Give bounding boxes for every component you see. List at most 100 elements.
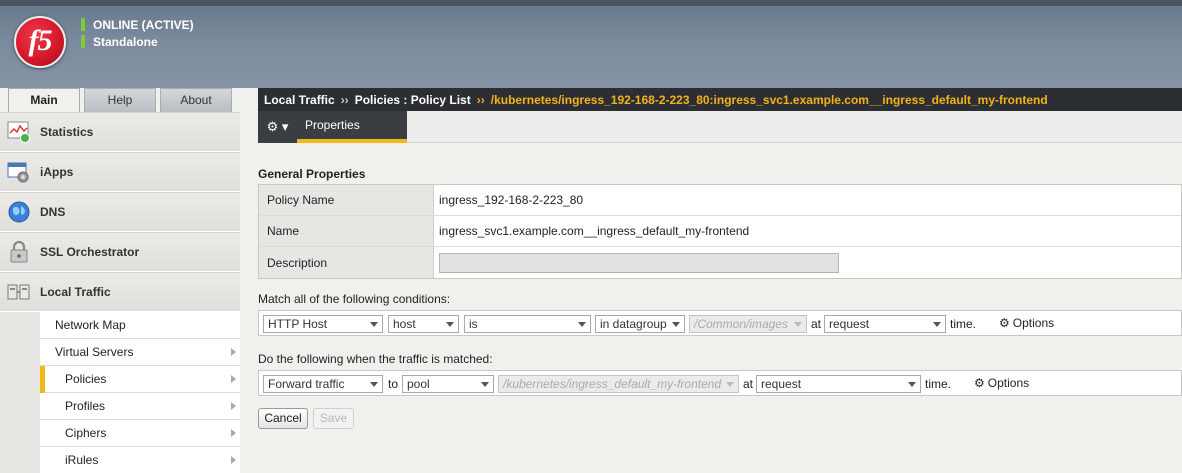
options-label: Options	[987, 376, 1030, 390]
sidebar-item-local-traffic[interactable]: Local Traffic	[0, 272, 240, 312]
tab-about[interactable]: About	[160, 88, 232, 112]
select-value: /kubernetes/ingress_default_my-frontend	[503, 377, 722, 391]
submenu-label: Virtual Servers	[55, 345, 134, 359]
status-standalone: Standalone	[81, 33, 194, 50]
local-traffic-icon	[6, 280, 32, 304]
name-label: Name	[259, 216, 434, 246]
conditions-heading: Match all of the following conditions:	[258, 292, 451, 306]
tab-main[interactable]: Main	[8, 88, 80, 114]
save-button[interactable]: Save	[313, 408, 354, 429]
chevron-right-icon	[231, 348, 236, 356]
sidebar-item-dns[interactable]: DNS	[0, 192, 240, 232]
status-standalone-text: Standalone	[93, 34, 158, 49]
sidebar-item-statistics[interactable]: Statistics	[0, 112, 240, 152]
page-toolbar: ⚙ ▾ Properties	[258, 111, 1182, 143]
chevron-down-icon	[446, 322, 454, 327]
table-row: Policy Name ingress_192-168-2-223_80	[259, 185, 1181, 216]
breadcrumb: Local Traffic ›› Policies : Policy List …	[258, 88, 1182, 111]
action-event-select[interactable]: request	[756, 375, 921, 393]
status-online-text: ONLINE (ACTIVE)	[93, 17, 194, 32]
chevron-down-icon	[578, 322, 586, 327]
general-properties-table: Policy Name ingress_192-168-2-223_80 Nam…	[258, 184, 1182, 279]
submenu-item-profiles[interactable]: Profiles	[40, 393, 240, 420]
status-green-indicator	[81, 18, 85, 31]
breadcrumb-local-traffic[interactable]: Local Traffic	[264, 93, 335, 107]
description-input[interactable]	[439, 252, 839, 273]
select-value: is	[469, 317, 478, 331]
chevron-down-icon	[933, 322, 941, 327]
sidebar-item-iapps[interactable]: iApps	[0, 152, 240, 192]
description-cell	[434, 247, 1181, 278]
chevron-right-icon	[231, 375, 236, 383]
select-value: in datagroup	[600, 317, 667, 331]
submenu-item-virtual-servers[interactable]: Virtual Servers	[40, 339, 240, 366]
chevron-down-icon	[672, 322, 680, 327]
to-text: to	[388, 377, 399, 391]
sidebar-item-ssl-orchestrator[interactable]: SSL Orchestrator	[0, 232, 240, 272]
condition-options-button[interactable]: ⚙ Options	[999, 316, 1054, 330]
condition-operand-select[interactable]: HTTP Host	[263, 315, 383, 333]
chevron-down-icon	[370, 322, 378, 327]
select-value: request	[829, 317, 870, 331]
sidebar-item-label: iApps	[40, 165, 74, 179]
description-label: Description	[259, 247, 434, 278]
submenu-item-ciphers[interactable]: Ciphers	[40, 420, 240, 447]
condition-selector-select[interactable]: host	[388, 315, 459, 333]
select-value: /Common/images	[694, 317, 789, 331]
chevron-right-icon	[231, 456, 236, 464]
header-banner: f5 ONLINE (ACTIVE) Standalone	[0, 0, 1182, 88]
tab-properties[interactable]: Properties	[297, 111, 407, 143]
statistics-icon	[6, 120, 32, 144]
select-value: request	[761, 377, 802, 391]
condition-match-type-select[interactable]: in datagroup	[595, 315, 685, 333]
tab-help[interactable]: Help	[84, 88, 156, 112]
breadcrumb-current-policy: /kubernetes/ingress_192-168-2-223_80:ing…	[490, 92, 1048, 107]
options-label: Options	[1012, 316, 1055, 330]
submenu-item-policies[interactable]: Policies	[40, 366, 240, 393]
gear-icon: ⚙ ▾	[266, 119, 289, 134]
action-row: Forward traffic to pool /kubernetes/ingr…	[258, 370, 1182, 396]
f5-logo[interactable]: f5	[14, 16, 66, 68]
cancel-button[interactable]: Cancel	[258, 408, 308, 429]
sidebar-item-label: DNS	[40, 205, 66, 219]
policy-name-label: Policy Name	[259, 185, 434, 215]
header-top-strip	[0, 0, 1182, 6]
submenu-item-irules[interactable]: iRules	[40, 447, 240, 473]
chevron-down-icon	[370, 382, 378, 387]
gear-icon: ⚙	[974, 376, 985, 390]
chevron-down-icon	[908, 382, 916, 387]
chevron-right-icon	[231, 429, 236, 437]
chevron-right-icon	[231, 402, 236, 410]
general-properties-title: General Properties	[258, 167, 366, 181]
at-text: at	[743, 377, 754, 391]
action-type-select[interactable]: Forward traffic	[263, 375, 383, 393]
chevron-down-icon	[726, 382, 734, 387]
submenu-item-network-map[interactable]: Network Map	[40, 312, 240, 339]
chevron-down-icon	[794, 322, 802, 327]
table-row: Name ingress_svc1.example.com__ingress_d…	[259, 216, 1181, 247]
submenu-label: Network Map	[55, 318, 126, 332]
table-row: Description	[259, 247, 1181, 278]
sidebar: Statistics iApps DNS SSL Orchestrator Lo…	[0, 112, 240, 473]
action-pool-select[interactable]: /kubernetes/ingress_default_my-frontend	[498, 375, 739, 393]
gear-icon: ⚙	[999, 316, 1010, 330]
status-online: ONLINE (ACTIVE)	[81, 16, 194, 33]
condition-event-select[interactable]: request	[824, 315, 946, 333]
submenu-label: Policies	[65, 372, 107, 386]
actions-heading: Do the following when the traffic is mat…	[258, 352, 493, 366]
breadcrumb-policy-list[interactable]: Policies : Policy List	[355, 93, 471, 107]
sidebar-item-label: Local Traffic	[40, 285, 111, 299]
action-target-select[interactable]: pool	[402, 375, 494, 393]
gear-menu-button[interactable]: ⚙ ▾	[258, 111, 297, 143]
condition-operator-select[interactable]: is	[464, 315, 591, 333]
submenu-label: Profiles	[65, 399, 106, 413]
ssl-lock-icon	[6, 240, 32, 264]
action-options-button[interactable]: ⚙ Options	[974, 376, 1029, 390]
status-green-indicator	[81, 35, 85, 48]
condition-datagroup-select[interactable]: /Common/images	[689, 315, 807, 333]
local-traffic-submenu: Network Map Virtual Servers Policies Pro…	[40, 312, 240, 473]
time-text: time.	[925, 377, 952, 391]
at-text: at	[811, 317, 822, 331]
iapps-icon	[6, 160, 32, 184]
name-value: ingress_svc1.example.com__ingress_defaul…	[439, 224, 750, 238]
